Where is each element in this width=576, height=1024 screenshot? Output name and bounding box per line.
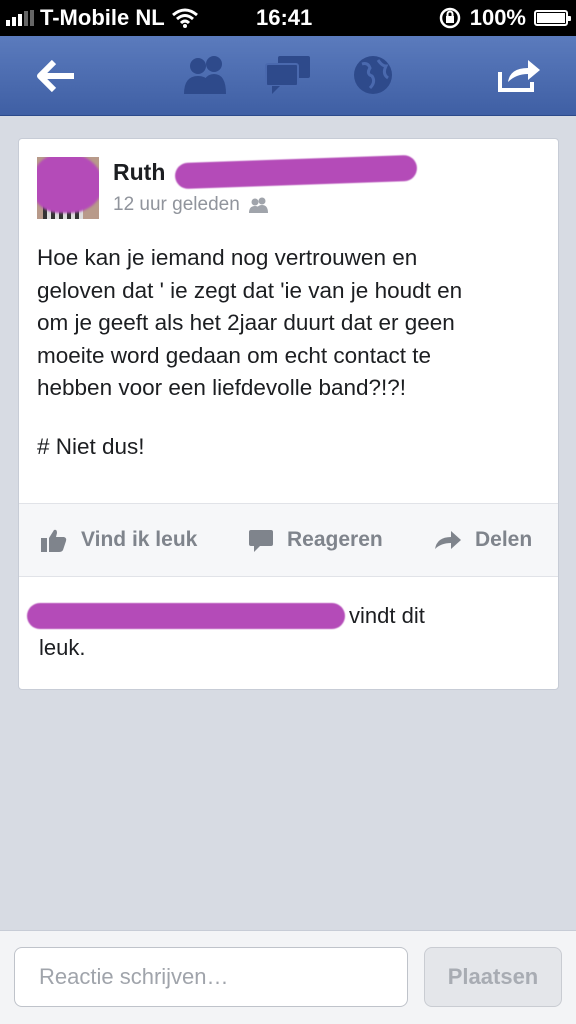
post-timestamp[interactable]: 12 uur geleden <box>113 194 270 216</box>
post-comment-button[interactable]: Plaatsen <box>424 947 562 1007</box>
redaction-scribble <box>37 157 99 213</box>
like-label[interactable]: Vind ik leuk <box>81 528 197 552</box>
comment-input[interactable] <box>14 947 408 1007</box>
comment-composer: Plaatsen <box>0 930 576 1024</box>
globe-icon[interactable] <box>352 54 394 96</box>
messages-icon[interactable] <box>264 54 312 96</box>
post-text-line: geloven dat ' ie zegt dat 'ie van je hou… <box>37 277 463 303</box>
post-text-line: hebben voor een liefdevolle band?!?! <box>37 375 407 400</box>
wifi-icon <box>171 8 198 28</box>
likes-suffix: vindt dit <box>349 603 425 628</box>
battery-percentage: 100% <box>469 5 526 30</box>
post-card: Ruth 12 uur geleden Hoe kan je iemand no… <box>18 138 559 690</box>
battery-icon <box>534 10 571 26</box>
like-button[interactable]: Vind ik leuk <box>41 504 197 576</box>
signal-strength-icon <box>6 10 34 26</box>
liker-name-redaction <box>27 603 345 629</box>
status-bar: T-Mobile NL 16:41 100% <box>0 0 576 36</box>
author-first-name[interactable]: Ruth <box>113 159 165 185</box>
post-hashtag-line: # Niet dus! <box>37 434 145 459</box>
navigation-bar <box>0 36 576 116</box>
author-name[interactable]: Ruth <box>113 159 165 186</box>
avatar[interactable] <box>37 157 99 219</box>
author-name-redaction <box>174 154 418 190</box>
post-body: Hoe kan je iemand nog vertrouwen en gelo… <box>37 242 547 405</box>
comment-icon <box>249 530 273 552</box>
post-text-line: moeite word gedaan om echt contact te <box>37 342 431 368</box>
share-label[interactable]: Delen <box>475 528 532 552</box>
friends-icon <box>248 197 268 213</box>
carrier-name: T-Mobile NL <box>40 5 165 30</box>
likes-suffix-line-2: leuk. <box>39 635 86 660</box>
clock: 16:41 <box>256 5 313 30</box>
comment-button[interactable]: Reageren <box>249 504 383 576</box>
post-text-line: om je geeft als het 2jaar duurt dat er g… <box>37 310 455 335</box>
arrow-left-icon[interactable] <box>36 60 78 92</box>
thumbs-up-icon <box>41 529 67 552</box>
rotation-lock-icon <box>439 7 460 29</box>
share-arrow-icon <box>435 531 461 549</box>
share-button[interactable]: Delen <box>435 504 532 576</box>
post-text-line: Hoe kan je iemand nog vertrouwen en <box>37 245 418 270</box>
comment-label[interactable]: Reageren <box>287 528 383 552</box>
timestamp-text[interactable]: 12 uur geleden <box>113 194 240 216</box>
share-icon[interactable] <box>496 56 542 94</box>
post-actions-bar: Vind ik leuk Reageren Delen <box>19 503 558 577</box>
friends-icon[interactable] <box>182 54 230 94</box>
